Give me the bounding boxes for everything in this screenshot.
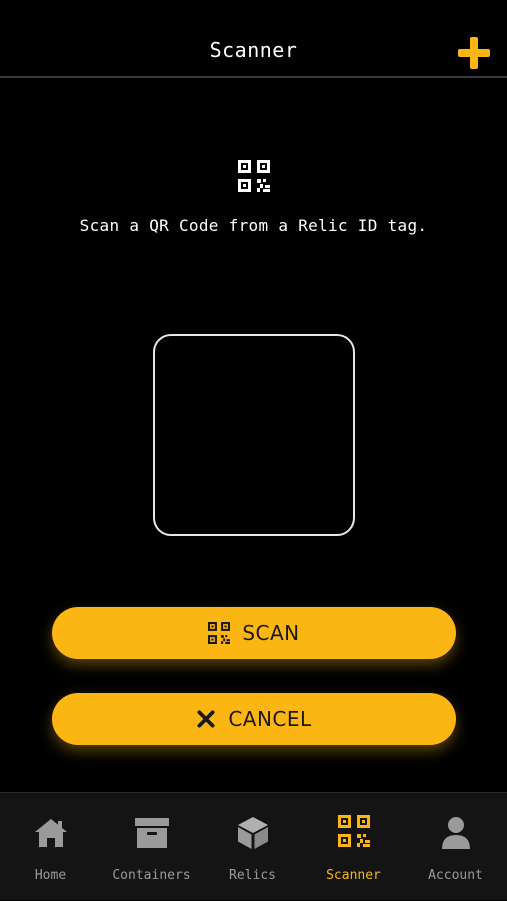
qr-code-icon <box>337 815 370 847</box>
tab-account-label: Account <box>428 868 483 883</box>
tab-home[interactable]: Home <box>0 793 101 901</box>
tab-containers-label: Containers <box>112 868 191 883</box>
scan-instruction: Scan a QR Code from a Relic ID tag. <box>79 216 428 235</box>
tab-relics[interactable]: Relics <box>202 793 303 901</box>
scan-button[interactable]: SCAN <box>52 607 456 659</box>
tab-home-label: Home <box>34 868 67 883</box>
tab-relics-label: Relics <box>229 868 276 883</box>
add-button[interactable] <box>458 37 490 69</box>
home-icon <box>34 819 67 847</box>
qr-code-icon <box>208 622 231 644</box>
page-title: Scanner <box>209 38 298 62</box>
user-icon <box>441 817 470 849</box>
cube-icon <box>237 817 268 849</box>
archive-box-icon <box>134 818 169 848</box>
x-icon <box>197 710 215 728</box>
tab-containers[interactable]: Containers <box>101 793 202 901</box>
cancel-button-label: CANCEL <box>228 707 312 731</box>
camera-viewfinder <box>153 334 355 536</box>
tab-scanner-label: Scanner <box>326 868 381 883</box>
cancel-button[interactable]: CANCEL <box>52 693 456 745</box>
tab-account[interactable]: Account <box>404 793 507 901</box>
scan-button-label: SCAN <box>242 621 300 645</box>
tab-scanner[interactable]: Scanner <box>303 793 404 901</box>
qr-code-icon <box>238 160 270 192</box>
bottom-tab-bar: Home Containers Relics Scanner Account <box>0 792 507 900</box>
app-header: Scanner <box>0 0 507 78</box>
